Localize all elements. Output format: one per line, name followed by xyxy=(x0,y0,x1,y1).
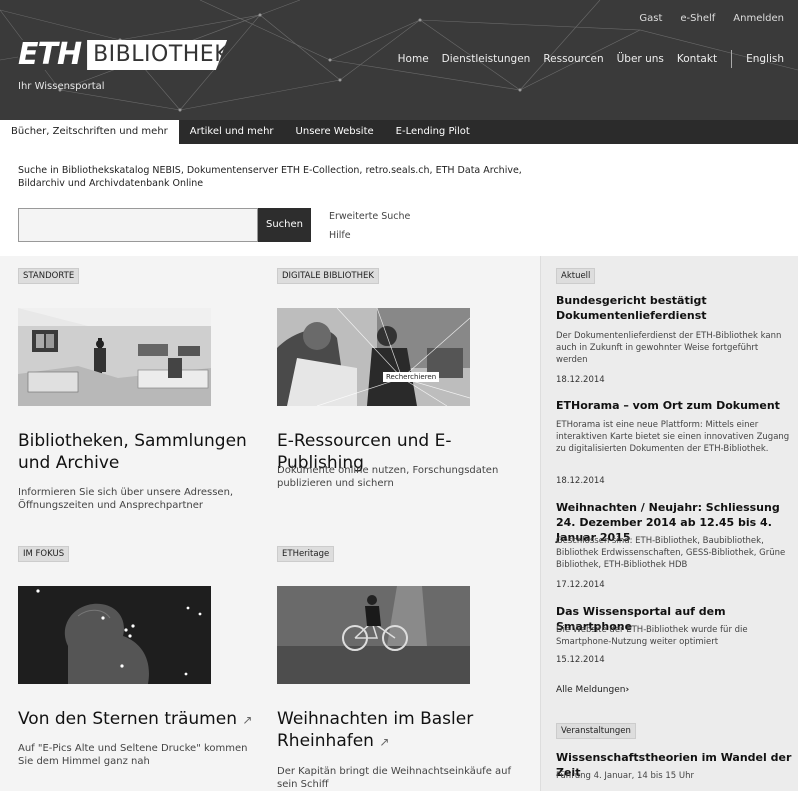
search-description: Suche in Bibliothekskatalog NEBIS, Dokum… xyxy=(18,165,522,189)
nav-home[interactable]: Home xyxy=(398,53,429,65)
news-text: Der Dokumentenlieferdienst der ETH-Bibli… xyxy=(556,331,782,365)
help-link[interactable]: Hilfe xyxy=(329,230,351,241)
news-title[interactable]: Bundesgericht bestätigt Dokumentenliefer… xyxy=(556,293,792,323)
main-nav: Home Dienstleistungen Ressourcen Über un… xyxy=(385,50,784,68)
badge-standorte: STANDORTE xyxy=(18,268,80,284)
advanced-search-link[interactable]: Erweiterte Suche xyxy=(329,211,410,222)
site-header: Gast e-Shelf Anmelden ETH BIBLIOTHEK Ihr… xyxy=(0,0,798,120)
digital-text: Dokumente online nutzen, Forschungsdaten… xyxy=(277,465,499,489)
external-link-icon: ↗ xyxy=(379,735,390,749)
news-text: Die Website der ETH-Bibliothek wurde für… xyxy=(556,625,748,647)
fokus-text: Auf "E-Pics Alte und Seltene Drucke" kom… xyxy=(18,743,248,767)
constellation-image[interactable] xyxy=(18,586,211,684)
badge-im-fokus: IM FOKUS xyxy=(18,546,70,562)
heritage-title[interactable]: Weihnachten im Basler Rheinhafen ↗ xyxy=(277,708,487,753)
badge-digitale-bibliothek: DIGITALE BIBLIOTHEK xyxy=(277,268,379,284)
heritage-text: Der Kapitän bringt die Weihnachtseinkäuf… xyxy=(277,766,512,790)
guest-link[interactable]: Gast xyxy=(639,13,662,24)
search-tabs: Bücher, Zeitschriften und mehr Artikel u… xyxy=(0,120,798,144)
search-input[interactable] xyxy=(18,208,258,242)
search-button[interactable]: Suchen xyxy=(258,208,311,242)
logo-bibliothek: BIBLIOTHEK xyxy=(87,40,228,70)
nav-dienstleistungen[interactable]: Dienstleistungen xyxy=(442,53,531,65)
heritage-title-text: Weihnachten im Basler Rheinhafen xyxy=(277,709,474,751)
news-text: ETHorama ist eine neue Plattform: Mittel… xyxy=(556,420,790,454)
tagline: Ihr Wissensportal xyxy=(18,81,105,92)
nav-ressourcen[interactable]: Ressourcen xyxy=(543,53,603,65)
external-link-icon: ↗ xyxy=(242,713,253,727)
all-news-link[interactable]: Alle Meldungen› xyxy=(556,685,629,695)
utility-nav: Gast e-Shelf Anmelden xyxy=(639,13,784,24)
logo-eth: ETH xyxy=(18,40,88,70)
fokus-title[interactable]: Von den Sternen träumen ↗ xyxy=(18,708,258,731)
eshelf-link[interactable]: e-Shelf xyxy=(680,13,715,24)
tab-elending[interactable]: E-Lending Pilot xyxy=(385,120,481,144)
nav-ueber-uns[interactable]: Über uns xyxy=(617,53,664,65)
all-news-label: Alle Meldungen xyxy=(556,685,626,695)
chevron-right-icon: › xyxy=(625,685,630,695)
tab-artikel[interactable]: Artikel und mehr xyxy=(179,120,285,144)
recherchieren-label: Recherchieren xyxy=(383,372,440,382)
badge-etheritage: ETHeritage xyxy=(277,546,335,562)
eth-library-logo[interactable]: ETH BIBLIOTHEK xyxy=(18,40,228,70)
rheinhafen-bicycle-image[interactable] xyxy=(277,586,470,684)
nav-divider xyxy=(731,50,733,68)
nav-kontakt[interactable]: Kontakt xyxy=(677,53,717,65)
fokus-title-text: Von den Sternen träumen xyxy=(18,709,237,729)
event-text: Führung 4. Januar, 14 bis 15 Uhr xyxy=(556,771,695,781)
library-reading-room-image[interactable] xyxy=(18,308,211,406)
standorte-title[interactable]: Bibliotheken, Sammlungen und Archive xyxy=(18,430,248,474)
news-date: 15.12.2014 xyxy=(556,655,605,665)
digital-library-image[interactable]: Recherchieren xyxy=(277,308,470,406)
tab-website[interactable]: Unsere Website xyxy=(285,120,385,144)
news-text: Geschlossen sind: ETH-Bibliothek, Baubib… xyxy=(556,536,786,570)
news-date: 18.12.2014 xyxy=(556,476,605,486)
news-date: 17.12.2014 xyxy=(556,580,605,590)
standorte-text: Informieren Sie sich über unsere Adresse… xyxy=(18,487,234,511)
login-link[interactable]: Anmelden xyxy=(733,13,784,24)
tab-buecher[interactable]: Bücher, Zeitschriften und mehr xyxy=(0,120,179,144)
badge-aktuell: Aktuell xyxy=(556,268,596,284)
language-english[interactable]: English xyxy=(746,53,784,65)
news-title[interactable]: ETHorama – vom Ort zum Dokument xyxy=(556,398,792,413)
badge-veranstaltungen: Veranstaltungen xyxy=(556,723,636,739)
news-date: 18.12.2014 xyxy=(556,375,605,385)
